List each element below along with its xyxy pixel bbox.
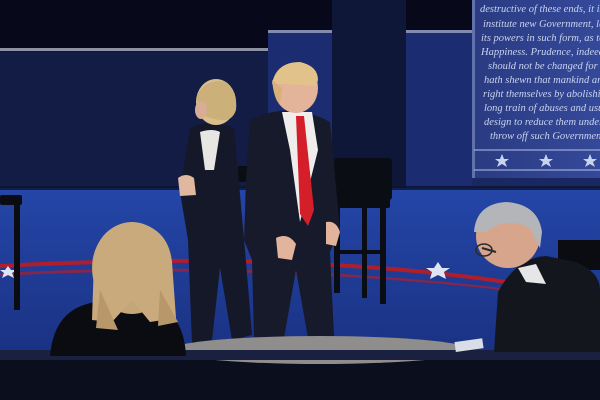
wall-panel-far-right bbox=[406, 30, 472, 192]
wall-trim-far-right bbox=[406, 30, 472, 33]
banner-line: institute new Government, laying bbox=[483, 19, 600, 30]
wall-trim-line bbox=[0, 48, 270, 51]
banner-line: throw off such Government, and bbox=[490, 131, 600, 142]
wall-trim-center bbox=[268, 30, 332, 33]
banner-line: long train of abuses and usurpations bbox=[484, 103, 600, 114]
debate-stage-photo: destructive of these ends, it is the ins… bbox=[0, 0, 600, 400]
banner-line: Happiness. Prudence, indeed bbox=[480, 47, 600, 58]
banner-line: should not be changed for light bbox=[488, 61, 600, 72]
banner-line: design to reduce them under absolute bbox=[484, 117, 600, 128]
declaration-banner: destructive of these ends, it is the ins… bbox=[472, 0, 600, 178]
banner-line: destructive of these ends, it is the bbox=[480, 4, 600, 15]
banner-line: right themselves by abolishing the bbox=[483, 89, 600, 100]
banner-line: hath shewn that mankind are more bbox=[484, 75, 600, 86]
photo-canvas: destructive of these ends, it is the ins… bbox=[0, 0, 600, 400]
banner-line: its powers in such form, as to the bbox=[481, 33, 600, 44]
